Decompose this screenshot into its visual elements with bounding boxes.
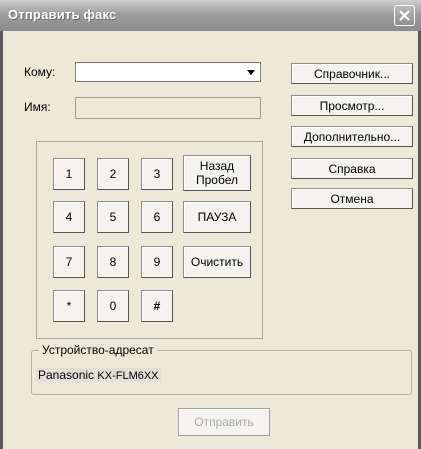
- key-6[interactable]: 6: [141, 201, 173, 233]
- directory-button[interactable]: Справочник...: [291, 63, 413, 84]
- destination-device-group: Устройство-адресат Panasonic KX-FLM6XX: [31, 343, 412, 395]
- key-5[interactable]: 5: [97, 201, 129, 233]
- help-button[interactable]: Справка: [291, 158, 413, 179]
- send-button[interactable]: Отправить: [178, 408, 270, 436]
- name-label: Имя:: [24, 100, 51, 114]
- name-field[interactable]: [75, 97, 261, 119]
- key-star[interactable]: *: [53, 290, 85, 322]
- cancel-button[interactable]: Отмена: [291, 188, 413, 209]
- backspace-button[interactable]: Назад Пробел: [183, 155, 251, 191]
- send-fax-dialog: Отправить факс Кому: Имя: 1 2 3 Назад Пр…: [0, 0, 421, 449]
- chevron-down-icon: [247, 69, 255, 75]
- destination-device-title: Устройство-адресат: [39, 343, 157, 357]
- destination-device-name: Panasonic KX-FLM6XX: [36, 368, 161, 382]
- device-brand: Panasonic: [38, 368, 95, 382]
- key-9[interactable]: 9: [141, 246, 173, 278]
- key-1[interactable]: 1: [53, 158, 85, 190]
- key-4[interactable]: 4: [53, 201, 85, 233]
- to-label: Кому:: [24, 65, 56, 79]
- preview-button[interactable]: Просмотр...: [291, 95, 413, 116]
- key-3[interactable]: 3: [141, 158, 173, 190]
- combo-dropdown-button[interactable]: [243, 64, 259, 80]
- title-bar[interactable]: Отправить факс: [0, 0, 421, 31]
- key-hash[interactable]: #: [141, 290, 173, 322]
- close-button[interactable]: [394, 5, 415, 26]
- advanced-button[interactable]: Дополнительно...: [291, 126, 413, 147]
- pause-button[interactable]: ПАУЗА: [183, 201, 251, 233]
- key-7[interactable]: 7: [53, 246, 85, 278]
- backspace-label-line2: Пробел: [196, 173, 238, 187]
- device-model: KX-FLM6XX: [97, 370, 159, 382]
- key-2[interactable]: 2: [97, 158, 129, 190]
- key-8[interactable]: 8: [97, 246, 129, 278]
- clear-button[interactable]: Очистить: [183, 246, 251, 278]
- to-combobox[interactable]: [75, 62, 261, 82]
- backspace-label-line1: Назад: [199, 159, 235, 173]
- key-0[interactable]: 0: [97, 290, 129, 322]
- close-icon: [399, 10, 410, 21]
- window-title: Отправить факс: [8, 7, 117, 22]
